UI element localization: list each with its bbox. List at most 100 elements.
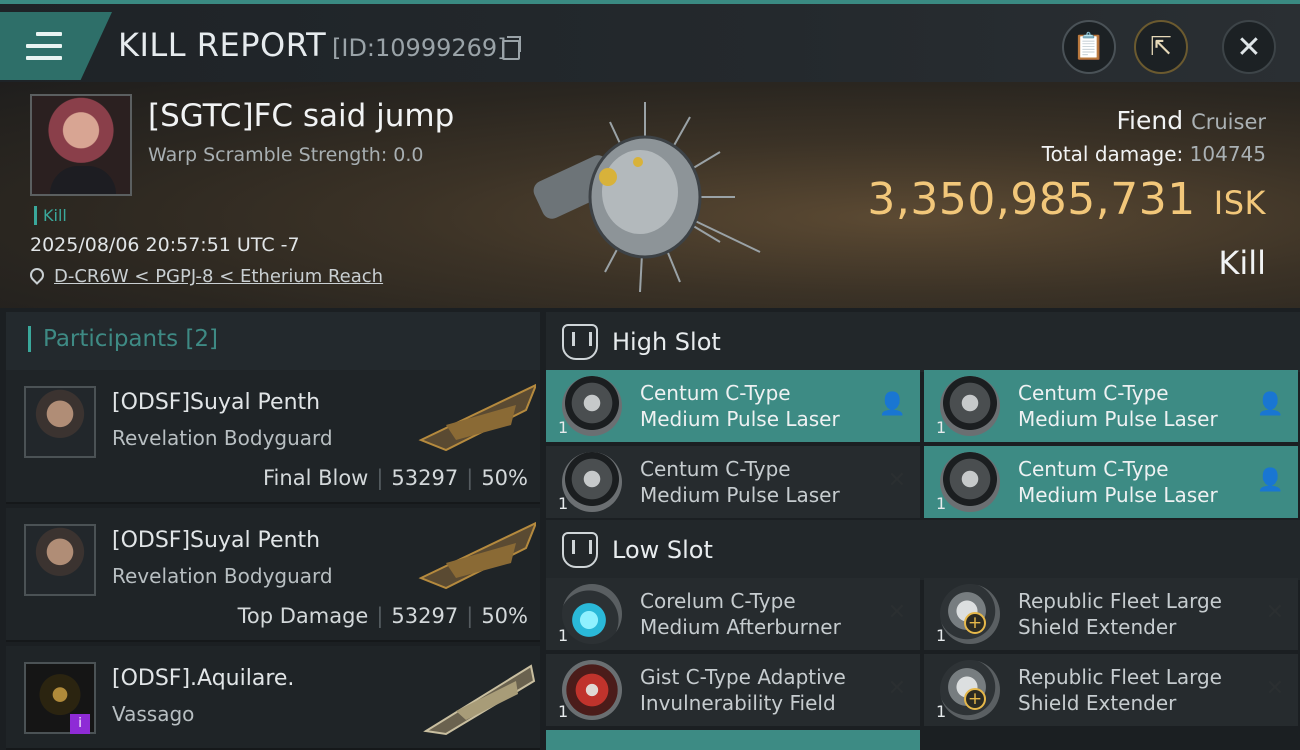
module-quantity: 1 — [936, 626, 947, 645]
ship-name: Fiend — [1116, 106, 1184, 135]
participant-avatar — [24, 524, 96, 596]
plus-icon: + — [964, 688, 986, 710]
destroyed-x-icon: ✕ — [887, 676, 906, 701]
share-button[interactable]: ⇱ — [1134, 20, 1188, 74]
isk-value: 3,350,985,731 ISK — [867, 174, 1266, 225]
module-quantity: 1 — [936, 418, 947, 437]
module-item-partial[interactable] — [546, 730, 920, 750]
destroyed-x-icon: ✕ — [1265, 676, 1284, 701]
module-item[interactable]: 1 Centum C-Type Medium Pulse Laser 👤 — [546, 370, 920, 442]
module-name: Centum C-Type Medium Pulse Laser — [1018, 381, 1218, 431]
participant-damage: 53297 — [391, 604, 459, 628]
clipboard-icon: 📋 — [1072, 32, 1106, 62]
module-name: Republic Fleet Large Shield Extender — [1018, 665, 1222, 715]
participant-percent: 50% — [481, 604, 528, 628]
module-item[interactable]: 1 Centum C-Type Medium Pulse Laser 👤 — [924, 370, 1298, 442]
share-icon: ⇱ — [1150, 32, 1172, 62]
fitting-panel: High Slot 1 Centum C-Type Medium Pulse La… — [540, 308, 1300, 750]
location-pin-icon — [27, 265, 47, 285]
module-quantity: 1 — [936, 702, 947, 721]
kill-datetime: 2025/08/06 20:57:51 UTC -7 — [30, 234, 300, 256]
participant-label: Top Damage — [237, 604, 369, 628]
module-name: Centum C-Type Medium Pulse Laser — [640, 457, 840, 507]
ship-class: Cruiser — [1191, 110, 1266, 134]
low-slot-header: Low Slot — [546, 520, 1300, 580]
participant-ship-image — [418, 383, 536, 452]
isk-unit: ISK — [1213, 184, 1266, 222]
clipboard-button[interactable]: 📋 — [1062, 20, 1116, 74]
high-slot-title: High Slot — [612, 328, 721, 356]
high-slot-header: High Slot — [546, 312, 1300, 372]
participant-avatar — [24, 386, 96, 458]
laser-icon — [940, 452, 1000, 512]
module-item[interactable]: 1 Centum C-Type Medium Pulse Laser 👤 — [924, 446, 1298, 518]
info-badge: i — [70, 714, 90, 734]
page-title: KILL REPORT — [118, 26, 327, 64]
destroyed-x-icon: ✕ — [1265, 600, 1284, 625]
plus-icon: + — [964, 612, 986, 634]
menu-button[interactable] — [0, 12, 112, 80]
participant-row[interactable]: [ODSF]Suyal Penth Revelation Bodyguard T… — [6, 508, 540, 642]
participant-row[interactable]: [ODSF]Suyal Penth Revelation Bodyguard F… — [6, 370, 540, 504]
participants-title: Participants [2] — [28, 326, 218, 352]
kill-result: Kill — [1218, 244, 1266, 282]
victim-banner: [SGTC]FC said jump Warp Scramble Strengt… — [0, 82, 1300, 308]
module-quantity: 1 — [558, 494, 569, 513]
participant-damage: 53297 — [391, 466, 459, 490]
kill-tag: Kill — [34, 206, 67, 225]
participant-stats: Top Damage | 53297 | 50% — [237, 604, 528, 628]
isk-amount: 3,350,985,731 — [867, 174, 1196, 225]
total-damage: Total damage: 104745 — [1042, 142, 1266, 166]
close-icon: ✕ — [1236, 29, 1262, 65]
header-bar: KILL REPORT [ID:10999269] 📋 ⇱ ✕ — [0, 0, 1300, 82]
participant-name: [ODSF]Suyal Penth — [112, 390, 321, 415]
participant-percent: 50% — [481, 466, 528, 490]
copy-icon[interactable] — [502, 36, 521, 60]
report-id: [ID:10999269] — [332, 34, 507, 62]
victim-name[interactable]: [SGTC]FC said jump — [148, 98, 454, 134]
participants-header: Participants [2] — [6, 312, 540, 370]
laser-icon — [940, 376, 1000, 436]
invulnerability-field-icon — [562, 660, 622, 720]
participant-stats: Final Blow | 53297 | 50% — [263, 466, 528, 490]
total-damage-label: Total damage: — [1041, 142, 1184, 166]
destroyed-x-icon: ✕ — [887, 468, 906, 493]
participant-row[interactable]: i [ODSF].Aquilare. Vassago — [6, 646, 540, 750]
module-name: Corelum C-Type Medium Afterburner — [640, 589, 841, 639]
module-item[interactable]: 1 Gist C-Type Adaptive Invulnerability Fi… — [546, 654, 920, 726]
participant-name: [ODSF]Suyal Penth — [112, 528, 321, 553]
module-item[interactable]: + 1 Republic Fleet Large Shield Extender … — [924, 578, 1298, 650]
module-name: Republic Fleet Large Shield Extender — [1018, 589, 1222, 639]
module-name: Gist C-Type Adaptive Invulnerability Fiel… — [640, 665, 846, 715]
module-name: Centum C-Type Medium Pulse Laser — [1018, 457, 1218, 507]
module-item[interactable]: 1 Centum C-Type Medium Pulse Laser ✕ — [546, 446, 920, 518]
destroyed-x-icon: ✕ — [887, 600, 906, 625]
victim-ship-image — [533, 102, 761, 292]
victim-portrait[interactable] — [30, 94, 132, 196]
location-link[interactable]: D-CR6W < PGPJ-8 < Etherium Reach — [54, 266, 383, 287]
hamburger-icon — [26, 32, 62, 68]
person-icon: 👤 — [1256, 468, 1284, 493]
module-name: Centum C-Type Medium Pulse Laser — [640, 381, 840, 431]
module-quantity: 1 — [936, 494, 947, 513]
participant-ship: Revelation Bodyguard — [112, 426, 333, 450]
module-item[interactable]: 1 Corelum C-Type Medium Afterburner ✕ — [546, 578, 920, 650]
person-icon: 👤 — [878, 392, 906, 417]
participant-label: Final Blow — [263, 466, 369, 490]
module-quantity: 1 — [558, 626, 569, 645]
participant-name: [ODSF].Aquilare. — [112, 666, 295, 691]
participant-ship: Revelation Bodyguard — [112, 564, 333, 588]
victim-ship[interactable]: Fiend Cruiser — [1117, 106, 1267, 135]
participants-panel: Participants [2] [ODSF]Suyal Penth Revel… — [0, 308, 540, 750]
close-button[interactable]: ✕ — [1222, 20, 1276, 74]
laser-icon — [562, 376, 622, 436]
module-item[interactable]: + 1 Republic Fleet Large Shield Extender … — [924, 654, 1298, 726]
module-quantity: 1 — [558, 702, 569, 721]
participant-ship-image — [423, 664, 536, 736]
person-icon: 👤 — [1256, 392, 1284, 417]
low-slot-title: Low Slot — [612, 536, 713, 564]
low-slot-icon — [562, 532, 598, 568]
total-damage-value: 104745 — [1189, 142, 1266, 166]
laser-icon — [562, 452, 622, 512]
participant-ship-image — [418, 521, 536, 590]
